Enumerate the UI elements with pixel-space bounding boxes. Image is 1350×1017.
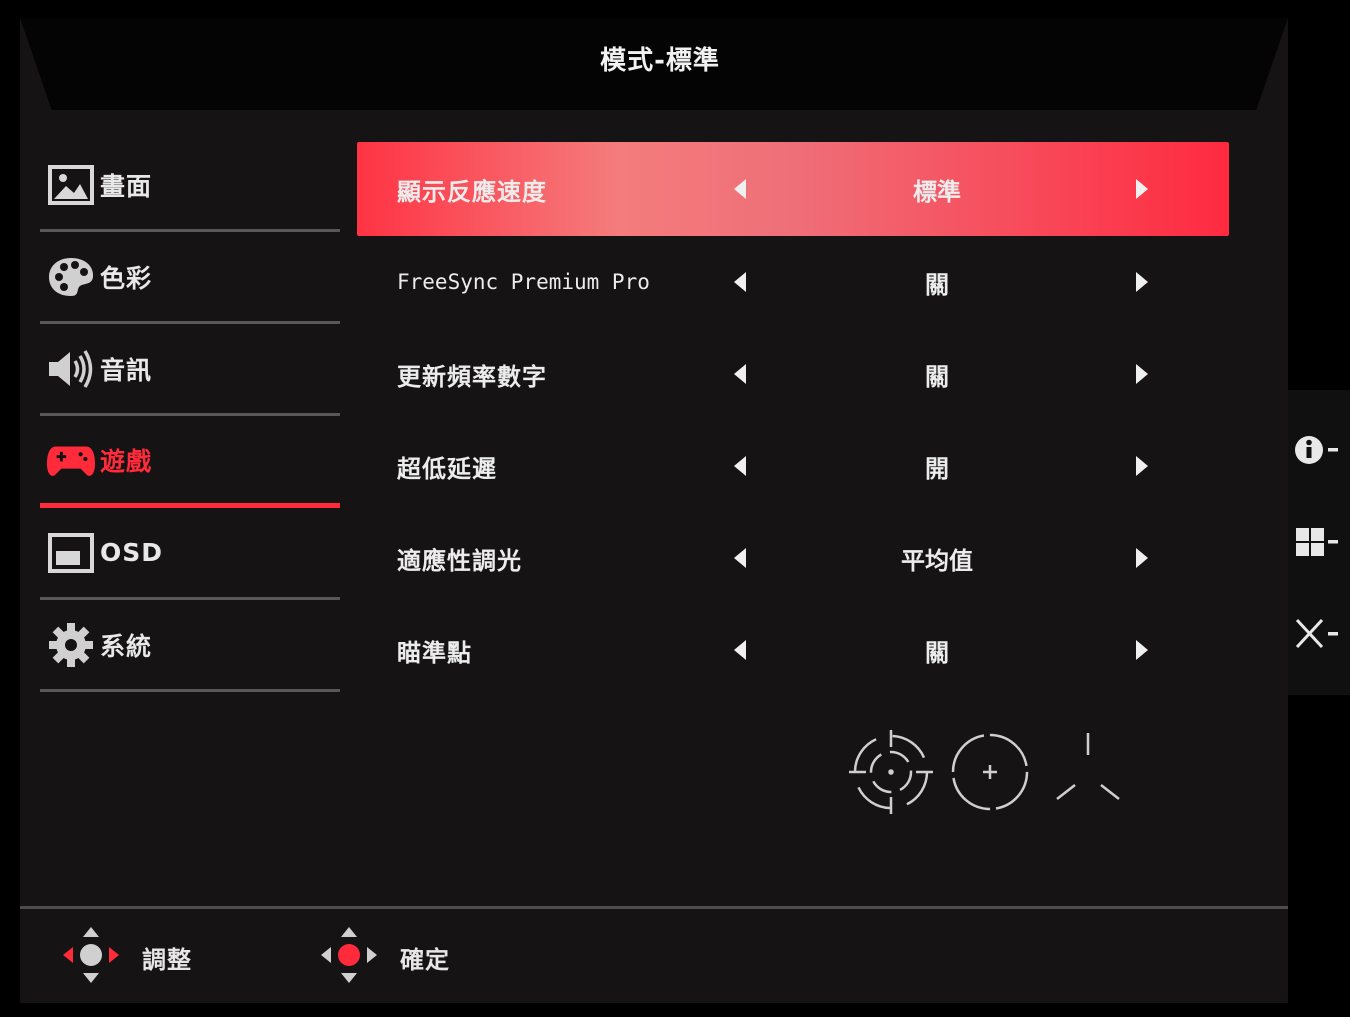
sidebar-item-label: 畫面 [100,171,153,201]
sidebar-item-label: 系統 [100,631,153,661]
setting-row-adaptive-dimming[interactable]: 適應性調光 平均值 [357,512,1229,604]
sidebar-item-color[interactable]: 色彩 [40,232,340,324]
setting-row-ultra-low-latency[interactable]: 超低延遲 開 [357,420,1229,512]
arrow-right-icon[interactable] [1136,364,1148,384]
setting-label: 更新頻率數字 [397,362,547,391]
dpad-adjust-icon [62,925,120,989]
footer-confirm-label: 確定 [400,945,450,974]
dpad-confirm-icon [320,925,378,989]
sidebar-item-picture[interactable]: 畫面 [40,140,340,232]
arrow-right-icon[interactable] [1136,272,1148,292]
speaker-icon [46,344,96,394]
arrow-left-icon[interactable] [734,364,746,384]
crosshair-tri-icon[interactable] [1056,733,1120,800]
sidebar-item-osd[interactable]: OSD [40,508,340,600]
palette-icon [46,252,96,302]
arrow-right-icon[interactable] [1136,179,1148,199]
setting-label: 超低延遲 [397,454,497,483]
info-icon[interactable] [1292,430,1340,470]
arrow-right-icon[interactable] [1136,640,1148,660]
crosshair-circle-icon[interactable] [951,733,1029,811]
arrow-left-icon[interactable] [734,179,746,199]
sidebar-item-label: 色彩 [100,263,153,293]
footer-adjust-label: 調整 [142,945,192,974]
setting-value: 關 [925,362,949,391]
setting-label: 顯示反應速度 [397,177,547,206]
arrow-left-icon[interactable] [734,548,746,568]
footer-confirm: 確定 [320,925,450,989]
sidebar-item-audio[interactable]: 音訊 [40,324,340,416]
setting-label: 瞄準點 [397,638,472,667]
setting-row-aim-point[interactable]: 瞄準點 關 [357,604,1229,696]
setting-value: 標準 [913,177,961,206]
sidebar-item-label: 遊戲 [100,446,153,476]
arrow-right-icon[interactable] [1136,548,1148,568]
page-title: 模式-標準 [600,46,720,76]
arrow-right-icon[interactable] [1136,456,1148,476]
gear-icon [46,620,96,670]
sidebar-item-system[interactable]: 系統 [40,600,340,692]
picture-icon [46,160,96,210]
setting-label: 適應性調光 [397,546,522,575]
setting-row-freesync[interactable]: FreeSync Premium Pro 關 [357,236,1229,328]
sidebar: 畫面 色彩 音訊 遊戲 OSD 系統 [40,140,340,692]
crosshair-ring-icon[interactable] [849,730,933,814]
windows-icon[interactable] [1292,522,1340,562]
setting-value: 關 [925,270,949,299]
settings-list: 顯示反應速度 標準 FreeSync Premium Pro 關 更新頻率數字 … [357,142,1229,696]
crosshair-options [845,725,1135,820]
sidebar-item-label: 音訊 [100,355,153,385]
quick-buttons-panel [1288,390,1350,695]
setting-value: 平均值 [901,546,973,575]
close-icon[interactable] [1292,614,1340,654]
arrow-left-icon[interactable] [734,640,746,660]
arrow-left-icon[interactable] [734,456,746,476]
footer-adjust: 調整 [62,925,192,989]
setting-label: FreeSync Premium Pro [397,270,650,294]
setting-row-refresh-rate-num[interactable]: 更新頻率數字 關 [357,328,1229,420]
osd-window-icon [46,528,96,578]
setting-row-response-time[interactable]: 顯示反應速度 標準 [357,142,1229,236]
footer-divider [20,906,1288,909]
sidebar-item-gaming[interactable]: 遊戲 [40,416,340,508]
setting-value: 開 [925,454,949,483]
sidebar-item-label: OSD [100,538,164,567]
gamepad-icon [46,435,96,485]
arrow-left-icon[interactable] [734,272,746,292]
setting-value: 關 [925,638,949,667]
